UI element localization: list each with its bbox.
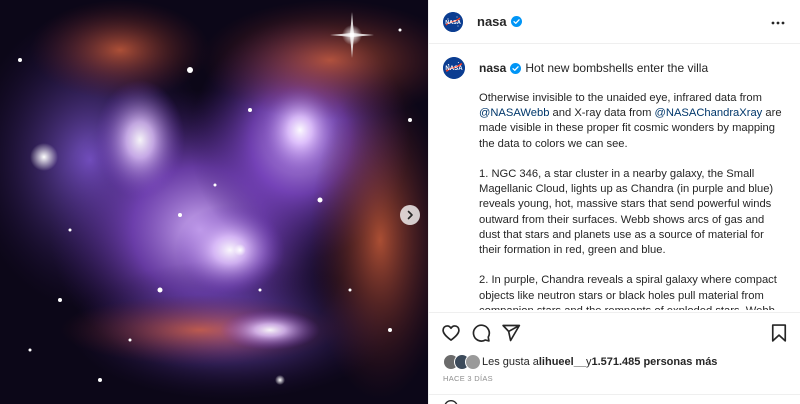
like-button[interactable]	[441, 323, 461, 343]
nasa-logo-icon: NASA	[443, 57, 465, 79]
share-button[interactable]	[501, 323, 521, 343]
comment-icon	[472, 324, 491, 342]
post-side-panel: NASA nasa NASA nasa Hot new bombshells e…	[428, 0, 800, 404]
svg-text:NASA: NASA	[445, 66, 463, 72]
caption-body: Otherwise invisible to the unaided eye, …	[479, 91, 783, 310]
caption-title: Hot new bombshells enter the villa	[525, 61, 709, 75]
caption-text: Otherwise invisible to the unaided eye, …	[479, 92, 762, 104]
paper-plane-icon	[502, 324, 521, 342]
caption-text: and X-ray data from	[549, 107, 655, 120]
bookmark-icon	[771, 324, 787, 342]
caption-scroll-area[interactable]: NASA nasa Hot new bombshells enter the v…	[429, 45, 800, 310]
caption-header: NASA nasa Hot new bombshells enter the v…	[443, 57, 783, 79]
mention-link[interactable]: @NASAWebb	[479, 107, 549, 119]
verified-badge-icon	[510, 16, 522, 27]
instagram-post: NASA nasa NASA nasa Hot new bombshells e…	[0, 0, 800, 404]
post-timestamp: HACE 3 DÍAS	[443, 374, 493, 383]
mention-link[interactable]: @NASAChandraXray	[655, 107, 763, 119]
more-options-icon	[771, 21, 785, 25]
likes-count[interactable]: 1.571.485 personas más	[591, 356, 717, 368]
action-bar	[429, 312, 800, 352]
verified-badge-icon	[510, 62, 522, 74]
caption-item-2: 2. In purple, Chandra reveals a spiral g…	[479, 274, 777, 310]
nebula-image	[0, 0, 428, 404]
chevron-right-icon	[407, 210, 413, 220]
more-options-button[interactable]	[771, 13, 785, 29]
liker-avatars	[443, 354, 481, 370]
nasa-logo-icon: NASA	[443, 11, 463, 32]
next-image-button[interactable]	[400, 205, 420, 225]
emoji-icon[interactable]	[443, 399, 459, 404]
comment-input-row	[429, 394, 800, 404]
likes-prefix: Les gusta a	[482, 356, 539, 368]
post-image[interactable]	[0, 0, 428, 404]
caption-intro: Otherwise invisible to the unaided eye, …	[479, 91, 783, 152]
header-username[interactable]: nasa	[477, 14, 507, 29]
likes-summary[interactable]: Les gusta a lihueel__ y 1.571.485 person…	[443, 352, 717, 372]
caption-avatar[interactable]: NASA	[443, 57, 465, 79]
post-header: NASA nasa	[429, 0, 800, 44]
comment-button[interactable]	[471, 323, 491, 343]
caption-username[interactable]: nasa	[479, 61, 506, 75]
svg-text:NASA: NASA	[445, 20, 461, 26]
avatar[interactable]: NASA	[443, 11, 463, 32]
heart-icon	[442, 325, 460, 341]
avatar	[465, 354, 481, 370]
caption-item-1: 1. NGC 346, a star cluster in a nearby g…	[479, 168, 774, 257]
liker-username[interactable]: lihueel__	[539, 356, 586, 368]
save-button[interactable]	[769, 323, 789, 343]
